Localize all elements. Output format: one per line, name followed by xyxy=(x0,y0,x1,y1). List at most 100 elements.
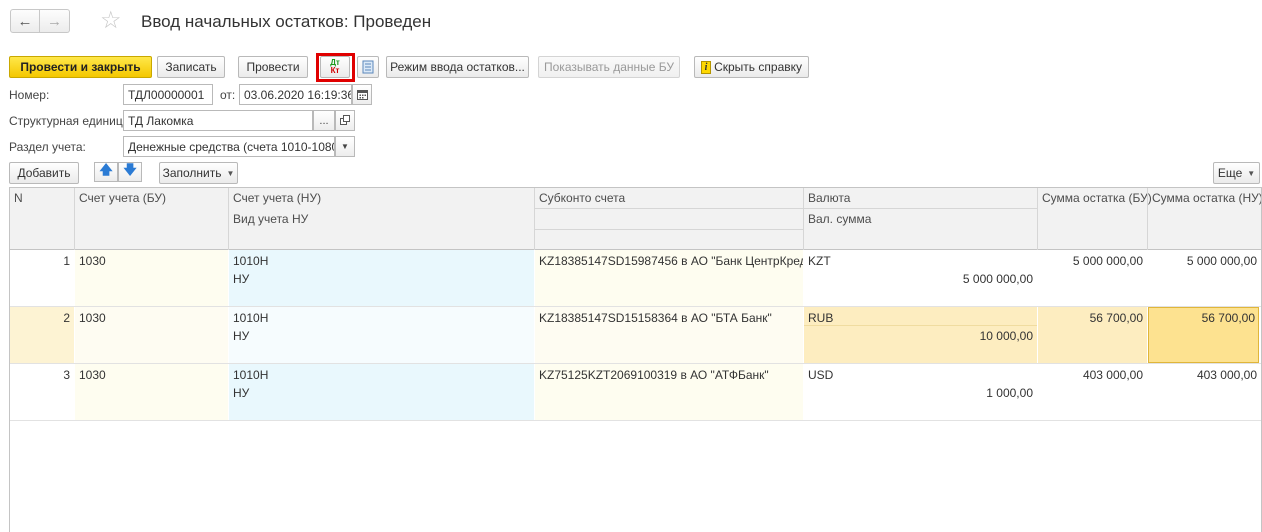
cell-n[interactable]: 2 xyxy=(10,307,74,363)
number-field[interactable]: ТДЛ00000001 xyxy=(123,84,213,105)
cell-currency[interactable]: RUB 10 000,00 xyxy=(804,307,1037,363)
acc-bu-value: 1030 xyxy=(79,254,106,268)
back-arrow-icon: ← xyxy=(17,12,33,30)
header-subkonto[interactable]: Субконто счета xyxy=(535,188,629,208)
calendar-button[interactable] xyxy=(352,84,372,105)
hide-help-button[interactable]: i Скрыть справку xyxy=(694,56,809,78)
report-button[interactable] xyxy=(357,56,379,78)
back-button[interactable]: ← xyxy=(10,9,40,33)
cell-n[interactable]: 1 xyxy=(10,250,74,306)
cell-sum-bu[interactable]: 5 000 000,00 xyxy=(1038,250,1147,306)
cell-sum-nu[interactable]: 403 000,00 xyxy=(1148,364,1261,420)
forward-arrow-icon: → xyxy=(47,12,62,30)
post-and-close-button[interactable]: Провести и закрыть xyxy=(9,56,152,78)
move-up-button[interactable]: 🡅 xyxy=(94,162,118,182)
section-dropdown-button[interactable]: ▼ xyxy=(335,136,355,157)
header-kind-nu[interactable]: Вид учета НУ xyxy=(229,209,312,229)
cell-currency[interactable]: KZT 5 000 000,00 xyxy=(804,250,1037,306)
unit-field[interactable]: ТД Лакомка xyxy=(123,110,313,131)
cell-currency[interactable]: USD 1 000,00 xyxy=(804,364,1037,420)
kind-nu-value: НУ xyxy=(233,329,250,343)
cell-acc-bu[interactable]: 1030 xyxy=(75,250,228,306)
header-acc-nu[interactable]: Счет учета (НУ) xyxy=(229,188,325,208)
cell-acc-bu[interactable]: 1030 xyxy=(75,307,228,363)
header-acc-bu[interactable]: Счет учета (БУ) xyxy=(75,188,170,208)
currency-value: USD xyxy=(808,368,834,382)
cell-subdivider xyxy=(804,325,1037,326)
fill-label: Заполнить xyxy=(162,166,222,180)
show-bu-data-button[interactable]: Показывать данные БУ xyxy=(538,56,680,78)
cell-acc-bu[interactable]: 1030 xyxy=(75,364,228,420)
row-number: 1 xyxy=(63,254,70,268)
more-label: Еще xyxy=(1217,166,1243,180)
balance-input-mode-button[interactable]: Режим ввода остатков... xyxy=(386,56,529,78)
date-field[interactable]: 03.06.2020 16:19:36 xyxy=(239,84,352,105)
add-row-button[interactable]: Добавить xyxy=(9,162,79,184)
table-row-selected[interactable]: 2 1030 1010Н НУ KZ18385147SD15158364 в АО… xyxy=(10,307,1261,364)
header-subdivider xyxy=(535,208,1037,209)
header-divider xyxy=(803,188,804,250)
header-cur-sum[interactable]: Вал. сумма xyxy=(804,209,875,229)
unit-open-button[interactable] xyxy=(335,110,355,131)
subkonto-value: KZ18385147SD15158364 в АО "БТА Банк" xyxy=(539,311,772,325)
currency-value: KZT xyxy=(808,254,831,268)
header-n[interactable]: N xyxy=(10,188,27,208)
cur-sum-value: 1 000,00 xyxy=(986,386,1033,400)
info-icon: i xyxy=(701,60,712,74)
kind-nu-value: НУ xyxy=(233,386,250,400)
cell-subkonto[interactable]: KZ75125KZT2069100319 в АО "АТФБанк" xyxy=(535,364,803,420)
header-divider xyxy=(228,188,229,250)
cell-subkonto[interactable]: KZ18385147SD15158364 в АО "БТА Банк" xyxy=(535,307,803,363)
header-sum-bu[interactable]: Сумма остатка (БУ) xyxy=(1038,188,1156,208)
date-label: от: xyxy=(220,88,236,102)
section-field[interactable]: Денежные средства (счета 1010-1080) xyxy=(123,136,335,157)
cell-acc-nu[interactable]: 1010Н НУ xyxy=(229,250,534,306)
cur-sum-value: 5 000 000,00 xyxy=(962,272,1033,286)
open-icon xyxy=(339,115,350,125)
header-divider xyxy=(1037,188,1038,250)
arrow-down-icon: 🡇 xyxy=(123,162,137,177)
cell-sum-bu[interactable]: 56 700,00 xyxy=(1038,307,1147,363)
post-button[interactable]: Провести xyxy=(238,56,308,78)
sum-nu-value: 56 700,00 xyxy=(1201,311,1255,325)
subkonto-value: KZ18385147SD15987456 в АО "Банк ЦентрКре… xyxy=(539,254,803,268)
header-currency[interactable]: Валюта xyxy=(804,188,854,208)
forward-button[interactable]: → xyxy=(40,9,70,33)
header-sum-nu[interactable]: Сумма остатка (НУ) xyxy=(1148,188,1261,208)
cell-acc-nu[interactable]: 1010Н НУ xyxy=(229,364,534,420)
hide-help-label: Скрыть справку xyxy=(714,60,802,74)
header-subdivider xyxy=(535,229,803,230)
header-divider xyxy=(1147,188,1148,250)
currency-value: RUB xyxy=(808,311,834,325)
acc-bu-value: 1030 xyxy=(79,368,106,382)
cell-subkonto[interactable]: KZ18385147SD15987456 в АО "Банк ЦентрКре… xyxy=(535,250,803,306)
table-row[interactable]: 1 1030 1010Н НУ KZ18385147SD15987456 в АО… xyxy=(10,250,1261,307)
cell-sum-bu[interactable]: 403 000,00 xyxy=(1038,364,1147,420)
sum-nu-value: 5 000 000,00 xyxy=(1186,254,1257,268)
fill-button[interactable]: Заполнить ▼ xyxy=(159,162,238,184)
row-number: 2 xyxy=(63,311,70,325)
favorite-star-icon[interactable]: ☆ xyxy=(100,8,122,34)
cell-sum-nu-active[interactable]: 56 700,00 xyxy=(1148,307,1259,363)
subkonto-value: KZ75125KZT2069100319 в АО "АТФБанк" xyxy=(539,368,769,382)
more-button[interactable]: Еще ▼ xyxy=(1213,162,1260,184)
balances-table[interactable]: N Счет учета (БУ) Счет учета (НУ) Вид уч… xyxy=(9,187,1262,532)
acc-bu-value: 1030 xyxy=(79,311,106,325)
list-icon xyxy=(362,60,374,74)
move-down-button[interactable]: 🡇 xyxy=(118,162,142,182)
header-divider xyxy=(534,188,535,250)
table-row[interactable]: 3 1030 1010Н НУ KZ75125KZT2069100319 в АО… xyxy=(10,364,1261,421)
section-label: Раздел учета: xyxy=(9,140,86,154)
chevron-down-icon: ▼ xyxy=(1247,168,1256,178)
highlight-frame xyxy=(316,53,355,82)
sum-bu-value: 403 000,00 xyxy=(1082,368,1143,382)
acc-nu-value: 1010Н xyxy=(233,254,269,268)
unit-select-button[interactable]: ... xyxy=(313,110,335,131)
cell-n[interactable]: 3 xyxy=(10,364,74,420)
row-number: 3 xyxy=(63,368,70,382)
write-button[interactable]: Записать xyxy=(157,56,225,78)
cell-sum-nu[interactable]: 5 000 000,00 xyxy=(1148,250,1261,306)
unit-label: Структурная единица: xyxy=(9,114,133,128)
acc-nu-value: 1010Н xyxy=(233,368,269,382)
cell-acc-nu[interactable]: 1010Н НУ xyxy=(229,307,534,363)
